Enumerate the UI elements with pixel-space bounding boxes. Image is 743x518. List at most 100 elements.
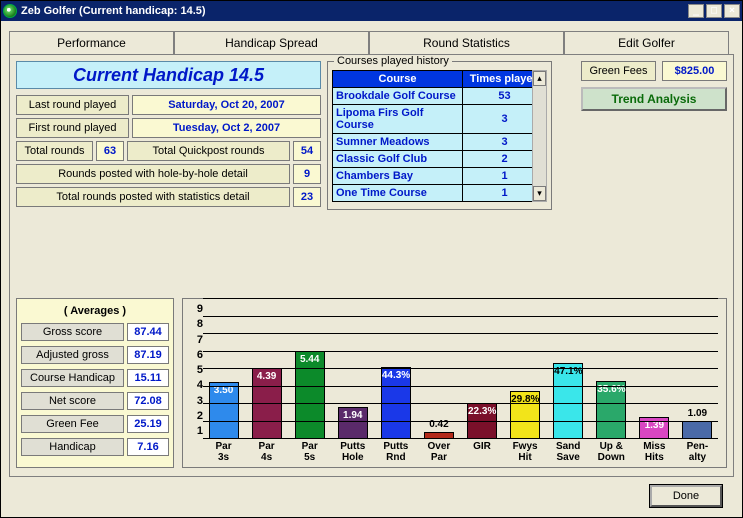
bar-value: 5.44 <box>296 354 324 365</box>
average-label: Handicap <box>21 438 124 456</box>
y-tick: 4 <box>191 379 203 393</box>
maximize-button[interactable]: □ <box>706 4 722 18</box>
average-value: 7.16 <box>127 438 169 456</box>
chart-bar: 35.6% <box>596 381 626 439</box>
handicap-banner: Current Handicap 14.5 <box>16 61 321 89</box>
trend-analysis-button[interactable]: Trend Analysis <box>581 87 727 111</box>
bar-value: 4.39 <box>253 371 281 382</box>
close-button[interactable]: × <box>724 4 740 18</box>
green-fees-label: Green Fees <box>581 61 656 81</box>
tab-round-statistics[interactable]: Round Statistics <box>369 31 564 54</box>
table-row[interactable]: Brookdale Golf Course53 <box>333 88 547 105</box>
chart-bar: 29.8% <box>510 391 540 439</box>
gridline <box>203 438 718 439</box>
bar-value: 44.3% <box>382 370 410 381</box>
first-round-value: Tuesday, Oct 2, 2007 <box>132 118 321 138</box>
table-row[interactable]: One Time Course1 <box>333 185 547 202</box>
chart-bar: 1.09 <box>682 421 712 439</box>
x-label: FwysHit <box>506 441 545 463</box>
green-fees-value: $825.00 <box>662 61 727 81</box>
y-tick: 6 <box>191 349 203 363</box>
app-window: Zeb Golfer (Current handicap: 14.5) _ □ … <box>0 0 743 518</box>
total-rounds-value: 63 <box>96 141 124 161</box>
scroll-down-icon[interactable]: ▾ <box>533 186 546 201</box>
y-tick: 8 <box>191 318 203 332</box>
last-round-value: Saturday, Oct 20, 2007 <box>132 95 321 115</box>
x-label: MissHits <box>635 441 674 463</box>
average-label: Course Handicap <box>21 369 124 387</box>
averages-title: ( Averages ) <box>21 305 169 317</box>
y-tick: 7 <box>191 334 203 348</box>
table-row[interactable]: Classic Golf Club2 <box>333 151 547 168</box>
table-row[interactable]: Sumner Meadows3 <box>333 134 547 151</box>
x-label: OverPar <box>419 441 458 463</box>
gridline <box>203 333 718 334</box>
bar-value: 22.3% <box>468 406 496 417</box>
courses-history: Courses played history Course Times play… <box>327 61 552 210</box>
stat-detail-value: 23 <box>293 187 321 207</box>
window-title: Zeb Golfer (Current handicap: 14.5) <box>21 5 686 17</box>
average-value: 25.19 <box>127 415 169 433</box>
table-row[interactable]: Lipoma Firs Golf Course3 <box>333 105 547 134</box>
minimize-button[interactable]: _ <box>688 4 704 18</box>
last-round-label: Last round played <box>16 95 129 115</box>
average-label: Net score <box>21 392 124 410</box>
gridline <box>203 421 718 422</box>
y-tick: 2 <box>191 410 203 424</box>
x-label: Pen-alty <box>678 441 717 463</box>
first-round-label: First round played <box>16 118 129 138</box>
average-row: Handicap7.16 <box>21 438 169 456</box>
courses-legend: Courses played history <box>334 55 452 67</box>
x-label: Par4s <box>247 441 286 463</box>
average-value: 15.11 <box>127 369 169 387</box>
y-tick: 9 <box>191 303 203 317</box>
stats-block: Last round played Saturday, Oct 20, 2007… <box>16 95 321 207</box>
chart-bar: 3.50 <box>209 382 239 439</box>
x-label: PuttsRnd <box>376 441 415 463</box>
x-label: PuttsHole <box>333 441 372 463</box>
bar-slot: 35.6% <box>592 381 631 439</box>
chart-bar: 5.44 <box>295 351 325 439</box>
tab-bar: Performance Handicap Spread Round Statis… <box>9 31 734 54</box>
courses-scrollbar[interactable]: ▴ ▾ <box>532 70 547 202</box>
tab-panel: Current Handicap 14.5 Last round played … <box>9 54 734 477</box>
table-row[interactable]: Chambers Bay1 <box>333 168 547 185</box>
hole-detail-label: Rounds posted with hole-by-hole detail <box>16 164 290 184</box>
bar-value: 3.50 <box>210 385 238 396</box>
content-area: Performance Handicap Spread Round Statis… <box>1 21 742 517</box>
gridline <box>203 316 718 317</box>
tab-handicap-spread[interactable]: Handicap Spread <box>174 31 369 54</box>
chart-panel: 987654321 3.504.395.441.9444.3%0.4222.3%… <box>182 298 727 468</box>
x-label: SandSave <box>549 441 588 463</box>
bar-value: 1.09 <box>683 408 711 419</box>
gridline <box>203 368 718 369</box>
bar-slot: 1.09 <box>678 421 717 439</box>
hole-detail-value: 9 <box>293 164 321 184</box>
scroll-up-icon[interactable]: ▴ <box>533 71 546 86</box>
quickpost-label: Total Quickpost rounds <box>127 141 290 161</box>
gridline <box>203 403 718 404</box>
bar-slot: 5.44 <box>290 351 329 439</box>
x-label: GIR <box>462 441 501 463</box>
y-tick: 5 <box>191 364 203 378</box>
tab-edit-golfer[interactable]: Edit Golfer <box>564 31 729 54</box>
bar-slot: 3.50 <box>204 382 243 439</box>
bar-slot: 29.8% <box>506 391 545 439</box>
x-label: Par3s <box>204 441 243 463</box>
average-row: Adjusted gross87.19 <box>21 346 169 364</box>
y-tick: 1 <box>191 425 203 439</box>
courses-header-course[interactable]: Course <box>333 71 463 88</box>
tab-performance[interactable]: Performance <box>9 31 174 54</box>
done-button[interactable]: Done <box>650 485 722 507</box>
average-row: Green Fee25.19 <box>21 415 169 433</box>
chart-plot: 3.504.395.441.9444.3%0.4222.3%29.8%47.1%… <box>203 303 718 463</box>
app-icon <box>3 4 17 18</box>
average-label: Green Fee <box>21 415 124 433</box>
x-label: Par5s <box>290 441 329 463</box>
average-label: Adjusted gross <box>21 346 124 364</box>
y-tick: 3 <box>191 395 203 409</box>
averages-panel: ( Averages ) Gross score87.44Adjusted gr… <box>16 298 174 468</box>
average-value: 87.44 <box>127 323 169 341</box>
average-label: Gross score <box>21 323 124 341</box>
average-value: 87.19 <box>127 346 169 364</box>
